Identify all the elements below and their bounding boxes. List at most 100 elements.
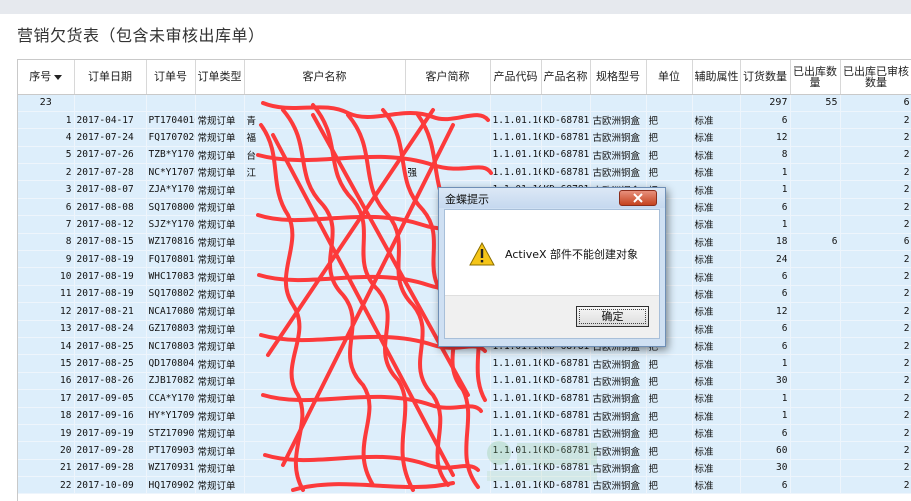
empty-cell xyxy=(646,94,693,112)
total-order-qty: 297 xyxy=(740,94,791,112)
col-header-customer-name[interactable]: 客户名称 xyxy=(244,60,406,95)
row-product-name: KD-68781 xyxy=(541,111,591,130)
row-order-no: PT1709030 xyxy=(146,441,196,460)
col-header-seq[interactable]: 序号 xyxy=(18,60,75,95)
row-seq: 3 xyxy=(18,180,75,199)
dialog-close-button[interactable] xyxy=(619,190,657,206)
row-order-date: 2017-10-09 xyxy=(74,476,147,495)
row-customer-name xyxy=(244,407,406,425)
row-order-qty: 8 xyxy=(740,146,791,165)
row-order-qty: 30 xyxy=(740,459,791,478)
col-header-order-date[interactable]: 订单日期 xyxy=(74,60,147,95)
row-order-date: 2017-07-26 xyxy=(74,146,147,165)
table-row[interactable]: 202017-09-28PT1709030常规订单1.1.01.10KD-687… xyxy=(18,441,911,460)
col-header-product-name[interactable]: 产品名称 xyxy=(541,60,591,95)
row-customer-name xyxy=(244,250,406,269)
row-customer-short xyxy=(405,128,491,147)
row-aux-attr: 标准 xyxy=(692,302,741,321)
row-order-qty: 18 xyxy=(740,233,791,252)
row-order-date: 2017-08-25 xyxy=(74,337,147,356)
row-unit: 把 xyxy=(646,372,693,391)
row-seq: 6 xyxy=(18,198,75,217)
row-order-no: CCA*Y1709 xyxy=(146,389,196,408)
col-header-aux-attr[interactable]: 辅助属性 xyxy=(692,60,741,95)
table-row[interactable]: 2 2017-07-28 NC*Y17070 常规订单江强 1.1.01.10 KD-68… xyxy=(18,163,911,182)
row-order-date: 2017-08-24 xyxy=(74,320,147,338)
row-shipped-qty xyxy=(790,441,841,460)
table-row[interactable]: 19 2017-09-19 STZ170901 常规订单 1.1.01.10 KD-687… xyxy=(18,424,911,443)
row-seq: 20 xyxy=(18,441,75,460)
row-seq: 10 xyxy=(18,267,75,286)
row-spec: 古欧洲铜盒 xyxy=(590,372,647,391)
row-seq: 1 xyxy=(18,111,75,130)
row-unit: 把 xyxy=(646,128,693,147)
row-seq: 2 xyxy=(18,163,75,182)
row-order-type: 常规订单 xyxy=(195,441,245,460)
col-header-order-no[interactable]: 订单号 xyxy=(146,60,196,95)
row-product-code: 1.1.01.10 xyxy=(490,389,542,408)
row-shipped-qty xyxy=(790,128,841,147)
row-shipped-qty xyxy=(790,180,841,199)
row-seq: 18 xyxy=(18,407,75,425)
col-header-shipped-qty[interactable]: 已出库数量 xyxy=(790,60,841,95)
row-aux-attr: 标准 xyxy=(692,320,741,338)
table-row[interactable]: 1 2017-04-17 PT1704016 常规订单青 1.1.01.10 KD-687… xyxy=(18,111,911,130)
ok-button[interactable]: 确定 xyxy=(576,306,649,327)
row-seq: 22 xyxy=(18,476,75,495)
row-seq: 21 xyxy=(18,459,75,478)
row-seq: 15 xyxy=(18,354,75,373)
row-order-type: 常规订单 xyxy=(195,407,245,425)
row-order-date: 2017-09-16 xyxy=(74,407,147,425)
table-row[interactable]: 4 2017-07-24 FQ1707020 常规订单福 1.1.01.10 KD-687… xyxy=(18,128,911,147)
col-header-order-qty[interactable]: 订货数量 xyxy=(740,60,791,95)
close-icon xyxy=(633,193,643,203)
table-row[interactable]: 5 2017-07-26 TZB*Y1707 常规订单台 1.1.01.10 KD-687… xyxy=(18,146,911,165)
row-spec: 古欧洲铜盒 xyxy=(590,389,647,408)
row-shipped-audited-qty: 2 xyxy=(840,407,911,425)
row-order-date: 2017-04-17 xyxy=(74,111,147,130)
row-product-name: KD-68781 xyxy=(541,163,591,182)
row-spec: 古欧洲铜盒 xyxy=(590,128,647,147)
empty-cell xyxy=(541,94,591,112)
total-shipped-qty: 55 xyxy=(790,94,841,112)
row-order-no: NC*Y17070 xyxy=(146,163,196,182)
dialog-titlebar[interactable]: 金蝶提示 xyxy=(439,188,665,208)
row-shipped-qty xyxy=(790,302,841,321)
row-order-qty: 6 xyxy=(740,424,791,443)
row-aux-attr: 标准 xyxy=(692,215,741,234)
row-order-no: GZ1708036 xyxy=(146,320,196,338)
empty-cell xyxy=(146,94,196,112)
empty-cell xyxy=(405,94,491,112)
row-seq: 7 xyxy=(18,215,75,234)
row-order-type: 常规订单 xyxy=(195,267,245,286)
table-row[interactable]: 21 2017-09-28 WZ170931 常规订单 1.1.01.10 KD-6878… xyxy=(18,459,911,478)
empty-cell xyxy=(244,94,406,112)
col-header-order-type[interactable]: 订单类型 xyxy=(195,60,245,95)
col-header-unit[interactable]: 单位 xyxy=(646,60,693,95)
row-aux-attr: 标准 xyxy=(692,146,741,165)
row-shipped-audited-qty: 2 xyxy=(840,337,911,356)
row-shipped-audited-qty: 2 xyxy=(840,320,911,338)
row-product-code: 1.1.01.10 xyxy=(490,128,542,147)
table-row[interactable]: 18 2017-09-16 HY*Y17090 常规订单 1.1.01.10 KD-687… xyxy=(18,407,911,425)
row-customer-name xyxy=(244,285,406,304)
row-order-qty: 12 xyxy=(740,302,791,321)
row-order-date: 2017-09-28 xyxy=(74,441,147,460)
row-order-date: 2017-08-19 xyxy=(74,285,147,304)
table-row[interactable]: 22 2017-10-09 HQ1709021 常规订单 1.1.01.10 KD-687… xyxy=(18,476,911,495)
row-order-qty: 24 xyxy=(740,250,791,269)
row-order-type: 常规订单 xyxy=(195,302,245,321)
col-header-shipped-audited-qty[interactable]: 已出库已审核数量 xyxy=(840,60,911,95)
table-row[interactable]: 15 2017-08-25 QD1708043 常规订单 1.1.01.10 KD-687… xyxy=(18,354,911,373)
row-customer-name xyxy=(244,441,406,460)
table-row[interactable]: 16 2017-08-26 ZJB170825 常规订单 1.1.01.10 KD-687… xyxy=(18,372,911,391)
col-header-spec[interactable]: 规格型号 xyxy=(590,60,647,95)
total-row[interactable]: 23 297 55 6 xyxy=(18,94,911,112)
row-order-type: 常规订单 xyxy=(195,111,245,130)
col-header-customer-short[interactable]: 客户简称 xyxy=(405,60,491,95)
table-row[interactable]: 17 2017-09-05 CCA*Y1709 常规订单 1.1.01.10 KD-687… xyxy=(18,389,911,408)
row-product-name: KD-68781 xyxy=(541,372,591,391)
row-order-qty: 6 xyxy=(740,337,791,356)
col-header-product-code[interactable]: 产品代码 xyxy=(490,60,542,95)
dialog-footer: 确定 xyxy=(445,295,659,338)
